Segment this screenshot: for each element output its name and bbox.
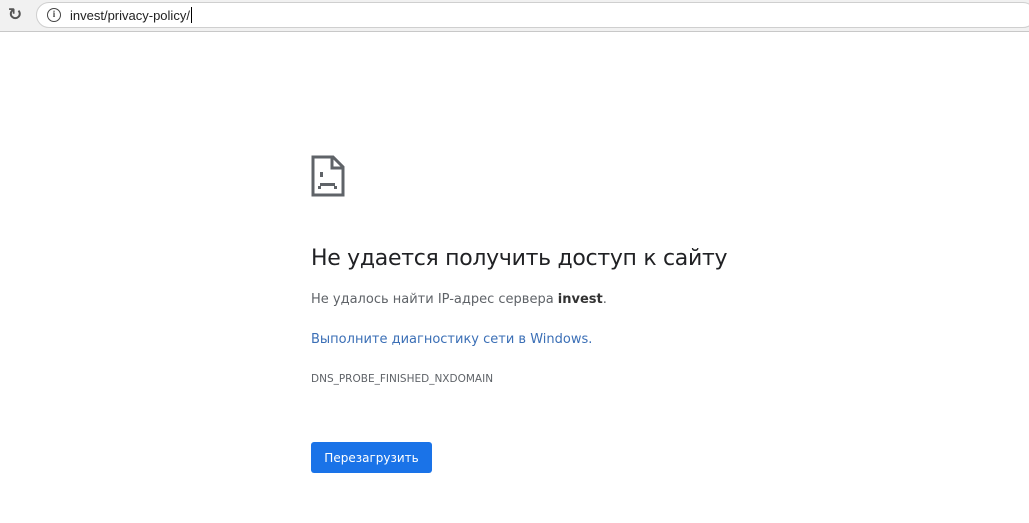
diagnostics-suffix: . (588, 332, 593, 347)
reload-icon[interactable]: ↻ (5, 5, 25, 25)
url-input[interactable]: invest/privacy-policy/ (70, 7, 192, 23)
message-suffix: . (602, 292, 607, 307)
error-message: Не удалось найти IP-адрес сервера invest… (311, 292, 607, 307)
address-bar[interactable]: i invest/privacy-policy/ (36, 2, 1029, 28)
sad-page-icon (311, 155, 345, 197)
error-code: DNS_PROBE_FINISHED_NXDOMAIN (311, 373, 494, 385)
url-text: invest/privacy-policy/ (70, 8, 190, 23)
host-name: invest (557, 292, 603, 307)
message-text: Не удалось найти IP-адрес сервера (311, 292, 558, 307)
browser-toolbar: ↻ i invest/privacy-policy/ (0, 0, 1029, 32)
text-caret (190, 7, 192, 23)
diagnostics-link[interactable]: Выполните диагностику сети в Windows (311, 332, 588, 347)
diagnostics-line: Выполните диагностику сети в Windows. (311, 332, 592, 347)
info-icon[interactable]: i (47, 8, 61, 22)
reload-button[interactable]: Перезагрузить (311, 442, 432, 473)
error-title: Не удается получить доступ к сайту (311, 246, 728, 271)
